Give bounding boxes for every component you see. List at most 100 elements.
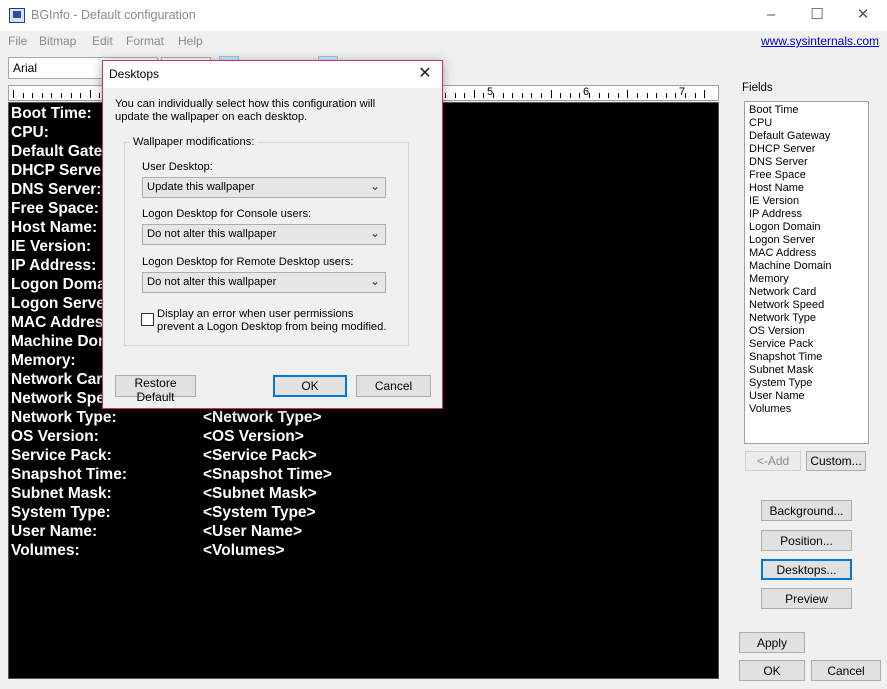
editor-label: User Name:	[11, 523, 98, 540]
field-item[interactable]: IP Address	[749, 208, 802, 220]
editor-label: OS Version:	[11, 428, 99, 445]
remote-desktop-select[interactable]: Do not alter this wallpaper ⌄	[142, 272, 386, 293]
sysinternals-link[interactable]: www.sysinternals.com	[761, 34, 879, 48]
menu-edit[interactable]: Edit	[92, 34, 113, 48]
ruler-tick	[464, 93, 466, 98]
ruler-tick	[502, 93, 504, 98]
field-item[interactable]: DNS Server	[749, 156, 808, 168]
ruler-tick	[579, 93, 581, 98]
ruler-tick	[560, 93, 562, 98]
field-item[interactable]: IE Version	[749, 195, 799, 207]
dialog-cancel-button[interactable]: Cancel	[356, 375, 431, 397]
chevron-down-icon: ⌄	[369, 179, 380, 193]
restore-default-button[interactable]: Restore Default	[115, 375, 196, 404]
display-error-checkbox[interactable]	[141, 313, 154, 326]
field-item[interactable]: Default Gateway	[749, 130, 830, 142]
ruler-tick	[61, 93, 62, 98]
main-ok-button[interactable]: OK	[739, 660, 805, 681]
field-item[interactable]: User Name	[749, 390, 805, 402]
ruler-tick	[665, 93, 667, 98]
field-item[interactable]: Memory	[749, 273, 789, 285]
field-item[interactable]: OS Version	[749, 325, 805, 337]
minimize-icon[interactable]: –	[748, 0, 794, 31]
ruler-tick	[550, 90, 552, 98]
ruler-tick	[493, 93, 494, 98]
field-item[interactable]: CPU	[749, 117, 772, 129]
editor-label: System Type:	[11, 504, 111, 521]
remote-desktop-value: Do not alter this wallpaper	[147, 276, 277, 288]
field-item[interactable]: Volumes	[749, 403, 791, 415]
ruler-tick	[617, 93, 619, 98]
ruler-tick	[51, 93, 53, 98]
custom-field-button[interactable]: Custom...	[806, 451, 866, 471]
field-item[interactable]: Logon Domain	[749, 221, 821, 233]
add-field-button[interactable]: <-Add	[745, 451, 801, 471]
ruler-tick	[656, 93, 658, 98]
console-desktop-select[interactable]: Do not alter this wallpaper ⌄	[142, 224, 386, 245]
field-item[interactable]: System Type	[749, 377, 812, 389]
dialog-description: You can individually select how this con…	[115, 98, 376, 123]
ruler-tick	[89, 90, 91, 98]
ruler-tick	[445, 93, 446, 98]
ruler-tick	[32, 93, 34, 98]
editor-label: Memory:	[11, 352, 76, 369]
editor-label: DNS Server:	[11, 181, 102, 198]
menu-bar: File Bitmap Edit Format Help www.sysinte…	[0, 31, 887, 52]
field-item[interactable]: Boot Time	[749, 104, 799, 116]
ruler-tick	[646, 93, 648, 98]
field-item[interactable]: Service Pack	[749, 338, 813, 350]
ruler-tick	[41, 93, 43, 98]
editor-value: <System Type>	[203, 504, 316, 521]
dialog-ok-button[interactable]: OK	[273, 375, 347, 397]
main-cancel-button[interactable]: Cancel	[811, 660, 881, 681]
console-desktop-label: Logon Desktop for Console users:	[142, 208, 312, 220]
field-item[interactable]: MAC Address	[749, 247, 816, 259]
display-error-checkbox-label[interactable]: Display an error when user permissions p…	[157, 308, 387, 334]
title-bar: BGInfo - Default configuration – ☐ ✕	[0, 0, 887, 31]
editor-value: <Volumes>	[203, 542, 285, 559]
field-item[interactable]: Snapshot Time	[749, 351, 822, 363]
ruler-tick	[541, 93, 542, 98]
ruler-tick	[569, 93, 571, 98]
remote-desktop-label: Logon Desktop for Remote Desktop users:	[142, 256, 354, 268]
ruler-tick	[531, 93, 533, 98]
field-item[interactable]: DHCP Server	[749, 143, 815, 155]
field-item[interactable]: Host Name	[749, 182, 804, 194]
ruler-tick	[70, 93, 72, 98]
user-desktop-select[interactable]: Update this wallpaper ⌄	[142, 177, 386, 198]
desktops-button[interactable]: Desktops...	[761, 559, 852, 580]
field-item[interactable]: Subnet Mask	[749, 364, 813, 376]
dialog-title-bar: Desktops ✕	[103, 61, 442, 88]
ruler-number: 6	[583, 86, 590, 98]
menu-help[interactable]: Help	[178, 34, 203, 48]
menu-format[interactable]: Format	[126, 34, 164, 48]
menu-file[interactable]: File	[8, 34, 27, 48]
position-button[interactable]: Position...	[761, 530, 852, 551]
apply-button[interactable]: Apply	[739, 632, 805, 653]
field-item[interactable]: Machine Domain	[749, 260, 832, 272]
field-item[interactable]: Network Speed	[749, 299, 824, 311]
menu-bitmap[interactable]: Bitmap	[39, 34, 76, 48]
dialog-close-icon[interactable]: ✕	[408, 61, 442, 88]
editor-label: Network Type:	[11, 409, 117, 426]
field-item[interactable]: Logon Server	[749, 234, 815, 246]
desktops-dialog: Desktops ✕ You can individually select h…	[102, 60, 443, 409]
field-item[interactable]: Free Space	[749, 169, 806, 181]
chevron-down-icon: ⌄	[369, 226, 380, 240]
ruler-tick	[483, 93, 485, 98]
field-item[interactable]: Network Card	[749, 286, 816, 298]
editor-label: CPU:	[11, 124, 49, 141]
ruler-tick	[22, 93, 24, 98]
ruler-tick	[704, 90, 706, 98]
ruler-tick	[598, 93, 600, 98]
preview-button[interactable]: Preview	[761, 588, 852, 609]
wallpaper-group-caption: Wallpaper modifications:	[130, 136, 258, 148]
user-desktop-value: Update this wallpaper	[147, 181, 255, 193]
background-button[interactable]: Background...	[761, 500, 852, 521]
maximize-icon[interactable]: ☐	[794, 0, 840, 31]
fields-list[interactable]: Boot Time CPU Default Gateway DHCP Server DN…	[744, 101, 869, 444]
field-item[interactable]: Network Type	[749, 312, 816, 324]
editor-label: Boot Time:	[11, 105, 92, 122]
close-icon[interactable]: ✕	[840, 0, 886, 31]
editor-value: <Service Pack>	[203, 447, 317, 464]
